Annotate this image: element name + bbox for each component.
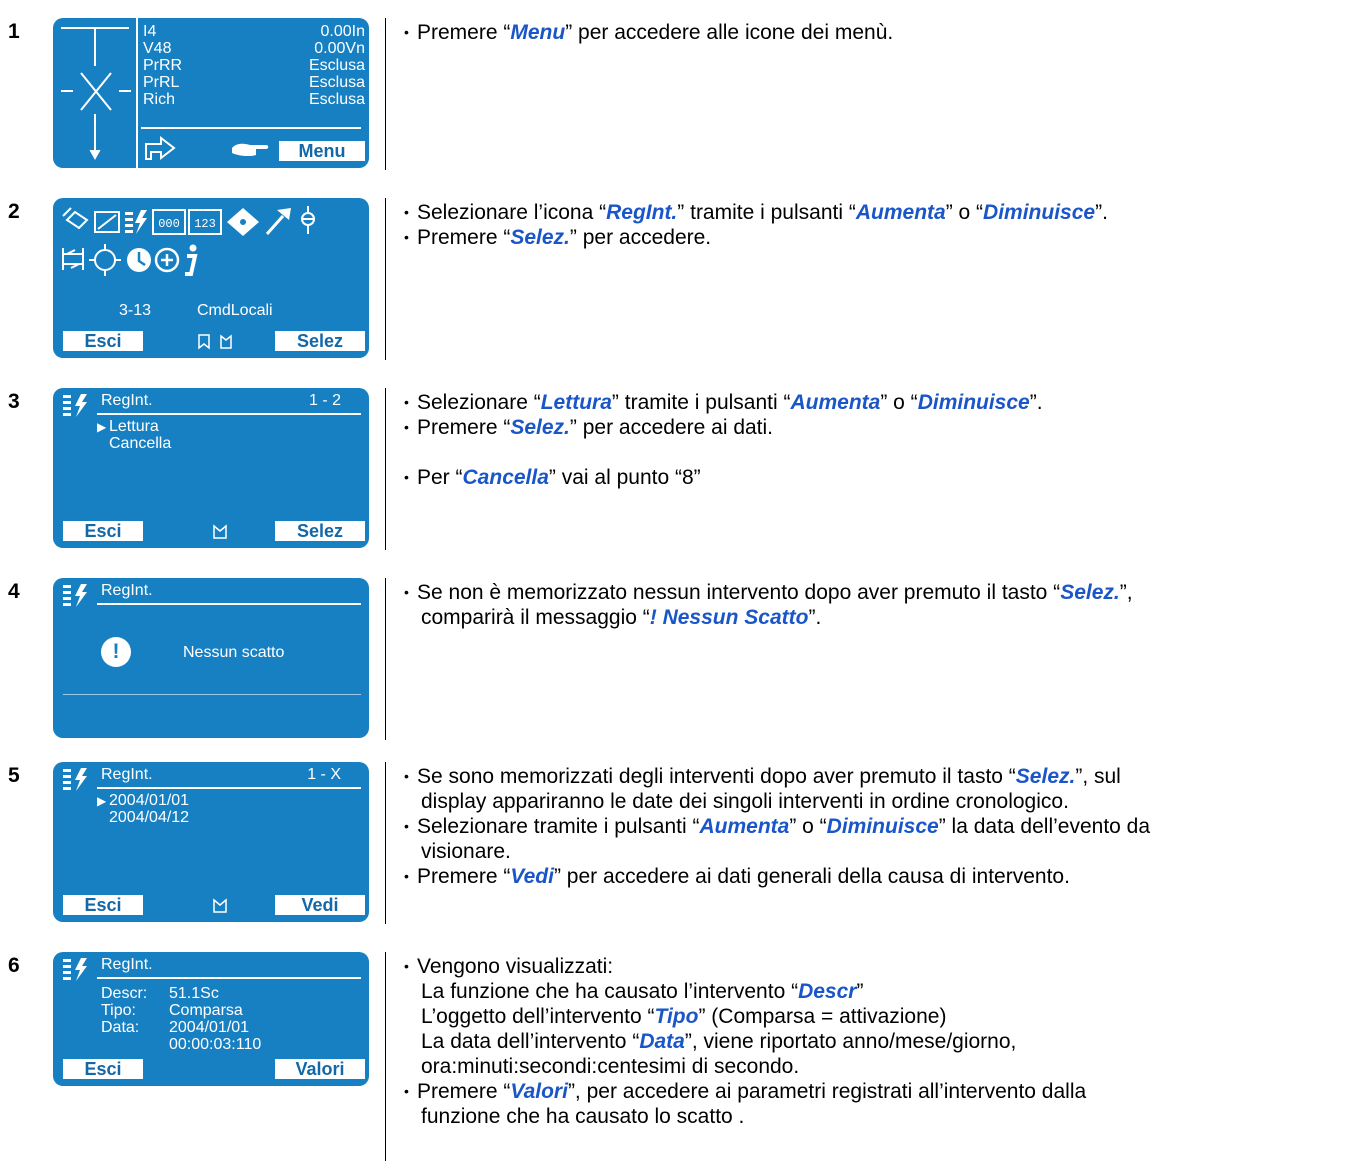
screen-title: RegInt. — [101, 582, 153, 599]
esci-button[interactable]: Esci — [63, 1059, 143, 1079]
step-number: 1 — [8, 20, 20, 43]
input-output-icon — [62, 248, 84, 270]
row-label: V48 — [143, 40, 172, 57]
counter-icon-label: 000 — [158, 217, 180, 231]
plus-icon — [154, 247, 180, 273]
row-value: Esclusa — [308, 74, 365, 91]
warning-icon: ! — [101, 637, 131, 667]
divider — [385, 198, 386, 360]
field-label: Data: — [101, 1019, 140, 1036]
divider — [385, 388, 386, 550]
row-label: PrRL — [143, 74, 180, 91]
field-value: 2004/01/01 — [169, 1019, 250, 1036]
probe-icon — [62, 207, 89, 230]
page-indicator: 1 - 2 — [308, 392, 341, 409]
lcd-screen: RegInt. 1 - 2 ▶ Lettura Cancella Esci Se… — [53, 388, 369, 548]
navigate-arrows-icon — [198, 334, 232, 350]
esci-button[interactable]: Esci — [63, 521, 143, 541]
register-icon — [63, 768, 87, 791]
step-number: 2 — [8, 200, 20, 223]
valori-button[interactable]: Valori — [275, 1059, 365, 1079]
network-icon — [89, 244, 121, 276]
selez-button[interactable]: Selez — [275, 331, 365, 351]
step-description: Selezionare “Lettura” tramite i pulsanti… — [404, 390, 1349, 490]
pointing-hand-icon — [232, 143, 269, 157]
step-description: Premere “Menu” per accedere alle icone d… — [404, 20, 1349, 45]
lcd-screen: RegInt. ! Nessun scatto — [53, 578, 369, 738]
lcd-screen: RegInt. 1 - X ▶ 2004/01/01 2004/04/12 Es… — [53, 762, 369, 922]
number-icon-label: 123 — [194, 217, 216, 231]
row-label: PrRR — [143, 57, 183, 74]
divider — [385, 578, 386, 740]
step-description: Selezionare l’icona “RegInt.” tramite i … — [404, 200, 1349, 250]
row-value: 0.00Vn — [314, 40, 365, 57]
navigate-arrows-icon — [213, 524, 227, 539]
lcd-screen: RegInt. Descr: 51.1Sc Tipo: Comparsa Dat… — [53, 952, 369, 1086]
step-number: 6 — [8, 954, 20, 977]
step-number: 4 — [8, 580, 20, 603]
menu-item-cancella[interactable]: Cancella — [109, 435, 171, 452]
field-label: Tipo: — [101, 1002, 136, 1019]
page-indicator: 1 - X — [307, 766, 341, 783]
esci-button[interactable]: Esci — [63, 331, 143, 351]
eraser-icon — [227, 208, 259, 236]
step-description: Se non è memorizzato nessun intervento d… — [404, 580, 1349, 630]
row-label: Rich — [143, 91, 176, 108]
arrow-right-icon — [145, 135, 176, 161]
transformer-icon — [301, 206, 315, 234]
info-icon — [185, 244, 198, 276]
register-icon — [63, 958, 87, 981]
register-icon — [63, 584, 87, 607]
menu-button[interactable]: Menu — [279, 141, 365, 161]
selez-button[interactable]: Selez — [275, 521, 365, 541]
divider — [97, 603, 361, 605]
divider — [97, 787, 361, 789]
row-value: Esclusa — [308, 57, 365, 74]
esci-button[interactable]: Esci — [63, 895, 143, 915]
screen-title: RegInt. — [101, 956, 153, 973]
meter-icon — [94, 211, 120, 233]
divider — [97, 413, 361, 415]
selection-arrow-icon: ▶ — [97, 794, 107, 808]
step-number: 3 — [8, 390, 20, 413]
hammer-icon — [265, 208, 291, 235]
divider — [63, 694, 361, 695]
event-date-item[interactable]: 2004/01/01 — [109, 792, 189, 809]
status-message: Nessun scatto — [183, 644, 285, 661]
step-description: Se sono memorizzati degli interventi dop… — [404, 764, 1349, 889]
divider — [141, 127, 361, 129]
register-icon — [125, 210, 147, 234]
menu-code: 3-13 — [119, 302, 152, 319]
event-date-item[interactable]: 2004/04/12 — [109, 809, 189, 826]
row-value: Esclusa — [308, 91, 365, 108]
clock-icon — [127, 248, 151, 272]
menu-label: CmdLocali — [197, 302, 273, 319]
lcd-screen: 000 123 3-13 CmdLocali Esci Selez — [53, 198, 369, 358]
field-label: Descr: — [101, 985, 148, 1002]
divider — [97, 977, 361, 979]
divider — [385, 762, 386, 924]
field-value: 00:00:03:110 — [169, 1036, 262, 1053]
selection-arrow-icon: ▶ — [97, 420, 107, 434]
lcd-screen: I4 0.00In V48 0.00Vn PrRR Esclusa PrRL E… — [53, 18, 369, 168]
menu-item-lettura[interactable]: Lettura — [109, 418, 159, 435]
step-number: 5 — [8, 764, 20, 787]
breaker-symbol-icon — [61, 18, 138, 168]
screen-title: RegInt. — [101, 392, 153, 409]
vedi-button[interactable]: Vedi — [275, 895, 365, 915]
register-icon — [63, 394, 87, 417]
divider — [385, 952, 386, 1161]
navigate-arrows-icon — [213, 898, 227, 913]
field-value: 51.1Sc — [169, 985, 219, 1002]
row-label: I4 — [143, 23, 157, 40]
field-value: Comparsa — [169, 1002, 243, 1019]
row-value: 0.00In — [320, 23, 365, 40]
screen-title: RegInt. — [101, 766, 153, 783]
menu-icons-grid: 000 123 — [62, 206, 315, 276]
divider — [385, 18, 386, 170]
step-description: Vengono visualizzati: La funzione che ha… — [404, 954, 1349, 1129]
